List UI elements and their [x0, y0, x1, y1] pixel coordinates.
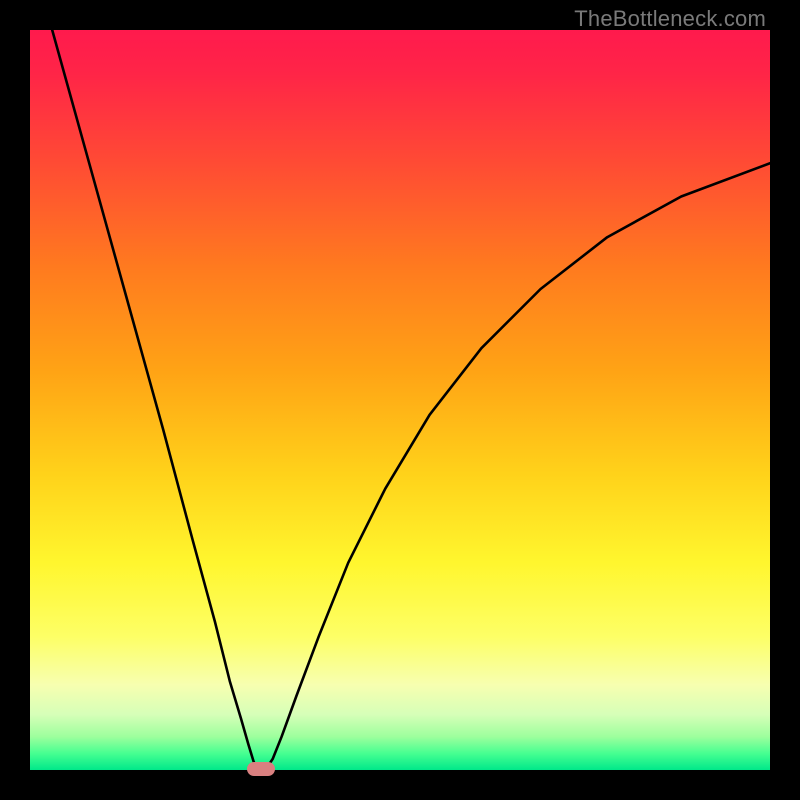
curve-left-branch [52, 30, 256, 768]
minimum-marker [247, 762, 275, 776]
watermark-text: TheBottleneck.com [574, 6, 766, 32]
chart-frame: TheBottleneck.com [0, 0, 800, 800]
plot-area [30, 30, 770, 770]
curve-right-branch [267, 163, 770, 768]
curve-layer [30, 30, 770, 770]
